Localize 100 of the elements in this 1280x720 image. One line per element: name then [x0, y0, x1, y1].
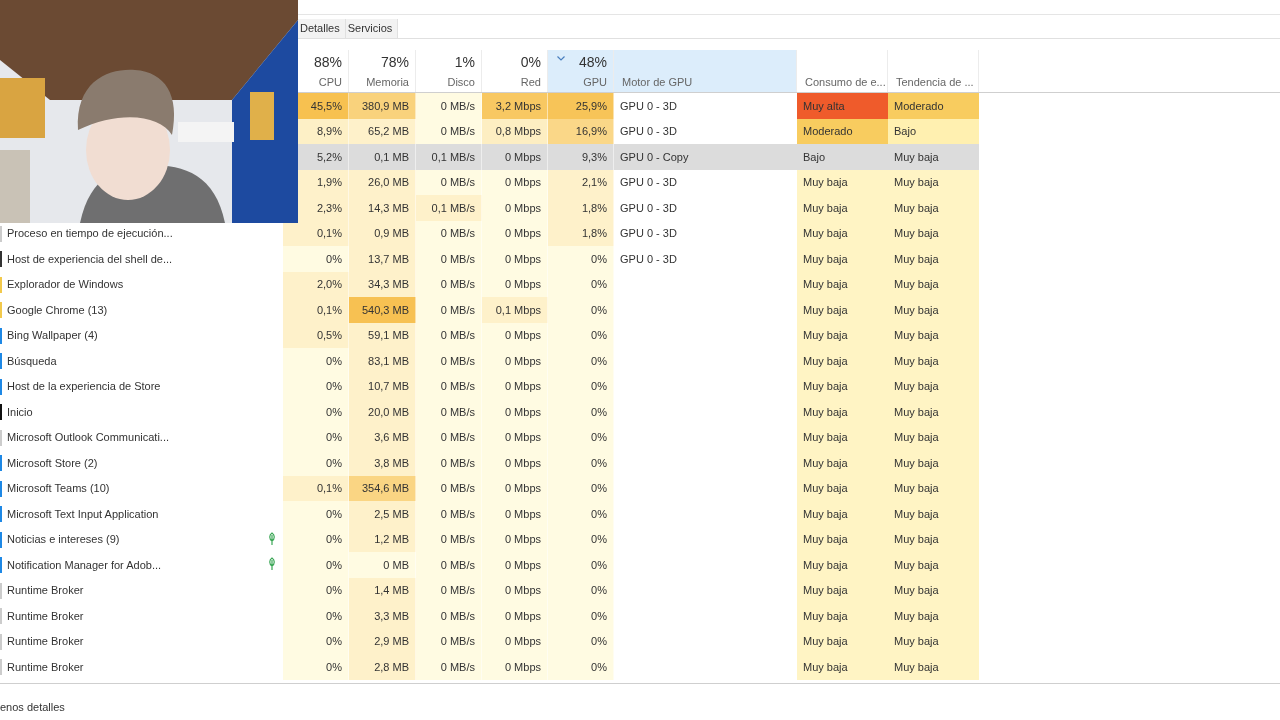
table-cell: 0 Mbps: [482, 475, 548, 501]
table-cell: 0 MB/s: [416, 118, 482, 144]
table-cell: Muy baja: [888, 144, 979, 170]
process-name[interactable]: Inicio: [7, 405, 33, 418]
table-cell: 0 MB/s: [416, 169, 482, 195]
table-cell: 0 Mbps: [482, 603, 548, 629]
table-cell: Muy baja: [797, 271, 888, 297]
process-name[interactable]: Bing Wallpaper (4): [7, 329, 98, 342]
table-cell: 34,3 MB: [349, 271, 416, 297]
table-cell: Muy baja: [888, 399, 979, 425]
table-cell: 20,0 MB: [349, 399, 416, 425]
process-name[interactable]: Noticias e intereses (9): [7, 533, 120, 546]
column-header[interactable]: 1% Disco: [416, 50, 482, 92]
table-cell: 25,9%: [548, 93, 614, 119]
tab[interactable]: Servicios: [345, 19, 399, 38]
table-cell: 0%: [548, 450, 614, 476]
table-cell: Muy baja: [888, 654, 979, 680]
process-name[interactable]: Microsoft Outlook Communicati...: [7, 431, 169, 444]
table-cell: Muy baja: [797, 475, 888, 501]
table-cell: Muy baja: [797, 195, 888, 221]
table-cell: Muy baja: [797, 322, 888, 348]
process-name[interactable]: Explorador de Windows: [7, 278, 124, 291]
process-name[interactable]: Microsoft Teams (10): [7, 482, 110, 495]
process-name[interactable]: Host de experiencia del shell de...: [7, 252, 173, 265]
table-cell: 83,1 MB: [349, 348, 416, 374]
table-cell: 3,2 Mbps: [482, 93, 548, 119]
table-cell: 0%: [283, 552, 349, 578]
tab[interactable]: Detalles: [298, 19, 346, 38]
table-cell: 0%: [283, 603, 349, 629]
table-cell: 3,8 MB: [349, 450, 416, 476]
table-cell: 0,1%: [283, 220, 349, 246]
table-cell: 0 Mbps: [482, 322, 548, 348]
fewer-details-link[interactable]: enos detalles: [0, 700, 65, 713]
process-name[interactable]: Host de la experiencia de Store: [7, 380, 161, 393]
column-header[interactable]: Tendencia de ...: [888, 50, 979, 92]
table-cell: Muy baja: [797, 348, 888, 374]
table-cell: Muy baja: [888, 475, 979, 501]
table-cell: 0 MB/s: [416, 373, 482, 399]
table-cell: 59,1 MB: [349, 322, 416, 348]
process-name[interactable]: Google Chrome (13): [7, 303, 108, 316]
table-cell: 0 MB/s: [416, 475, 482, 501]
process-name[interactable]: Búsqueda: [7, 354, 57, 367]
table-cell: 0%: [548, 501, 614, 527]
table-cell: 0 Mbps: [482, 450, 548, 476]
table-cell: Muy baja: [888, 271, 979, 297]
table-cell: Muy baja: [797, 450, 888, 476]
table-cell: Muy baja: [797, 373, 888, 399]
table-cell: 380,9 MB: [349, 93, 416, 119]
column-header[interactable]: 78% Memoria: [349, 50, 416, 92]
table-cell: Muy baja: [797, 297, 888, 323]
table-cell: 0%: [283, 501, 349, 527]
table-cell: 0%: [548, 399, 614, 425]
table-cell: GPU 0 - 3D: [620, 99, 677, 112]
process-name[interactable]: Runtime Broker: [7, 635, 84, 648]
table-cell: 0%: [548, 246, 614, 272]
table-cell: 2,0%: [283, 271, 349, 297]
table-cell: 0%: [283, 246, 349, 272]
process-name[interactable]: Notification Manager for Adob...: [7, 558, 162, 571]
process-name[interactable]: Runtime Broker: [7, 660, 84, 673]
table-cell: 0,8 Mbps: [482, 118, 548, 144]
table-cell: 0 MB/s: [416, 271, 482, 297]
table-cell: 0 MB/s: [416, 526, 482, 552]
table-cell: 0,1 MB/s: [416, 144, 482, 170]
process-name[interactable]: Microsoft Text Input Application: [7, 507, 159, 520]
table-cell: Muy baja: [888, 348, 979, 374]
table-cell: Moderado: [797, 118, 888, 144]
process-name[interactable]: Proceso en tiempo de ejecución...: [7, 227, 173, 240]
table-cell: 0 MB/s: [416, 348, 482, 374]
table-cell: 0 Mbps: [482, 195, 548, 221]
table-cell: 65,2 MB: [349, 118, 416, 144]
table-cell: GPU 0 - Copy: [620, 150, 689, 163]
process-name[interactable]: Microsoft Store (2): [7, 456, 98, 469]
table-cell: 0 MB/s: [416, 450, 482, 476]
table-cell: 0,5%: [283, 322, 349, 348]
table-cell: 0 Mbps: [482, 628, 548, 654]
table-cell: 0%: [548, 297, 614, 323]
process-name[interactable]: Runtime Broker: [7, 584, 84, 597]
table-cell: Muy baja: [797, 501, 888, 527]
table-cell: 0 Mbps: [482, 399, 548, 425]
table-cell: Muy baja: [797, 577, 888, 603]
table-cell: 0%: [283, 348, 349, 374]
table-cell: 26,0 MB: [349, 169, 416, 195]
table-cell: GPU 0 - 3D: [620, 125, 677, 138]
table-cell: 0 MB/s: [416, 424, 482, 450]
table-cell: 3,3 MB: [349, 603, 416, 629]
table-cell: 0 Mbps: [482, 246, 548, 272]
table-cell: 0%: [548, 628, 614, 654]
table-cell: 0%: [548, 424, 614, 450]
table-cell: 0,1%: [283, 475, 349, 501]
table-cell: 14,3 MB: [349, 195, 416, 221]
table-cell: 0%: [548, 475, 614, 501]
table-cell: 0,1 MB/s: [416, 195, 482, 221]
process-name[interactable]: Runtime Broker: [7, 609, 84, 622]
sort-caret-icon: [557, 56, 565, 61]
table-cell: 0%: [283, 424, 349, 450]
column-header[interactable]: 48% GPU: [548, 50, 614, 92]
table-cell: 0%: [283, 373, 349, 399]
column-header[interactable]: Motor de GPU: [614, 50, 797, 92]
column-header[interactable]: Consumo de e...: [797, 50, 888, 92]
table-cell: 0%: [283, 526, 349, 552]
